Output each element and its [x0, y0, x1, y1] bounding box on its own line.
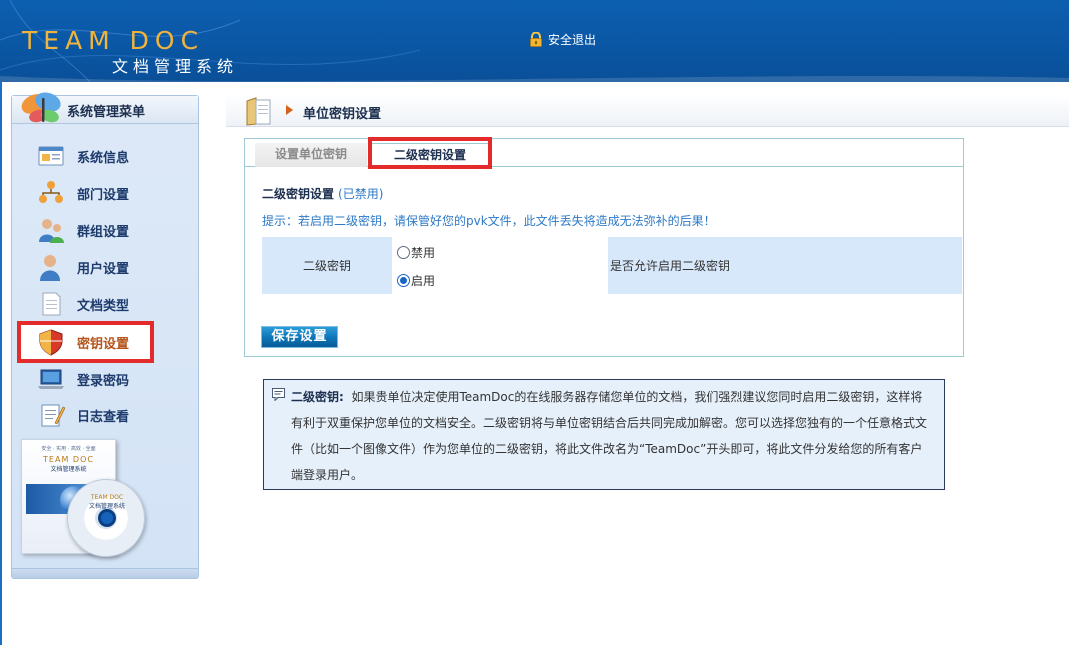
sidebar-item-label: 用户设置 [77, 261, 130, 277]
active-tab-highlight [368, 137, 492, 169]
sidebar-item-group[interactable]: 群组设置 [12, 213, 198, 247]
sidebar-item-label: 部门设置 [77, 187, 130, 203]
sidebar-item-key-settings[interactable]: 密钥设置 [12, 325, 198, 359]
product-name-cn: 文档管理系统 [50, 466, 87, 473]
user-icon [40, 255, 60, 281]
sidebar-item-system-info[interactable]: 系统信息 [12, 139, 198, 173]
sidebar-item-login-password[interactable]: 登录密码 [12, 362, 198, 396]
sidebar-item-label: 密钥设置 [77, 336, 130, 352]
document-icon [42, 292, 61, 316]
radio-disable-label: 禁用 [411, 246, 436, 260]
radio-enable[interactable]: 启用 [397, 272, 435, 289]
logo-text-en: TEAM DOC [22, 26, 205, 55]
page-title: 单位密钥设置 [303, 107, 382, 122]
radio-enable-label: 启用 [411, 274, 436, 288]
system-info-icon [38, 146, 64, 166]
laptop-icon [38, 369, 64, 389]
sidebar-item-log-view[interactable]: 日志查看 [12, 398, 198, 432]
key-settings-panel: 设置单位密钥 二级密钥设置 二级密钥设置 (已禁用) 提示：若启用二级密钥，请保管… [244, 138, 964, 357]
product-name-en: TEAM DOC [43, 455, 94, 464]
sidebar-item-department[interactable]: 部门设置 [12, 176, 198, 210]
warning-hint: 提示：若启用二级密钥，请保管好您的pvk文件，此文件丢失将造成无法弥补的后果！ [262, 214, 716, 228]
folder-icon [246, 97, 271, 126]
logo-text-cn: 文档管理系统 [112, 57, 239, 76]
save-button[interactable]: 保存设置 [261, 326, 338, 348]
sidebar-item-label: 群组设置 [77, 224, 130, 240]
sidebar-item-label: 登录密码 [77, 373, 130, 389]
org-chart-icon [39, 181, 63, 203]
secondary-key-row: 二级密钥 禁用 启用 是否允许启用二级密钥 [262, 237, 962, 294]
logout-label: 安全退出 [548, 33, 597, 47]
sidebar-item-label: 文档类型 [77, 298, 130, 314]
section-title: 二级密钥设置 (已禁用) [262, 187, 384, 201]
sidebar-item-user[interactable]: 用户设置 [12, 250, 198, 284]
disc-label: TEAM DOC 文档管理系统 [88, 494, 125, 510]
tab-unit-key[interactable]: 设置单位密钥 [255, 143, 367, 167]
sidebar: 系统管理菜单 系统信息 部门设置 群组设置 用户设置 文档类型 密钥设置 登录密… [11, 92, 199, 579]
app-header: TEAM DOC 文档管理系统 安全退出 [0, 0, 1069, 82]
sidebar-footer [12, 568, 198, 578]
note-title: 二级密钥: [291, 390, 344, 404]
notepad-icon [41, 404, 65, 427]
breadcrumb: 单位密钥设置 [226, 95, 1069, 127]
row-label: 二级密钥 [262, 237, 392, 294]
radio-disable-control[interactable] [397, 246, 410, 259]
disc-center [98, 509, 116, 527]
product-slogan: 安全 · 实用 · 高效 · 全面 [41, 446, 96, 452]
note-icon [272, 388, 285, 401]
sidebar-title: 系统管理菜单 [67, 105, 146, 120]
sidebar-item-label: 系统信息 [77, 150, 130, 166]
info-note: 二级密钥: 如果贵单位决定使用TeamDoc的在线服务器存储您单位的文档，我们强… [263, 379, 945, 490]
radio-enable-control[interactable] [397, 274, 410, 287]
butterfly-logo-icon [21, 92, 61, 123]
row-description: 是否允许启用二级密钥 [608, 237, 962, 294]
breadcrumb-arrow-icon [286, 105, 293, 115]
status-label: (已禁用) [338, 187, 384, 201]
group-icon [39, 219, 64, 243]
tab-bar: 设置单位密钥 二级密钥设置 [245, 139, 963, 168]
note-body: 如果贵单位决定使用TeamDoc的在线服务器存储您单位的文档，我们强烈建议您同时… [291, 390, 928, 482]
radio-group: 禁用 启用 [392, 237, 608, 294]
shield-icon [39, 329, 63, 356]
logout-button[interactable]: 安全退出 [529, 31, 596, 48]
radio-disable[interactable]: 禁用 [397, 244, 435, 261]
left-edge-line [0, 82, 2, 645]
sidebar-item-doc-type[interactable]: 文档类型 [12, 287, 198, 321]
sidebar-item-label: 日志查看 [77, 409, 130, 425]
note-text: 二级密钥: 如果贵单位决定使用TeamDoc的在线服务器存储您单位的文档，我们强… [291, 384, 934, 488]
sidebar-header: 系统管理菜单 [12, 92, 198, 124]
lock-icon [530, 32, 542, 47]
